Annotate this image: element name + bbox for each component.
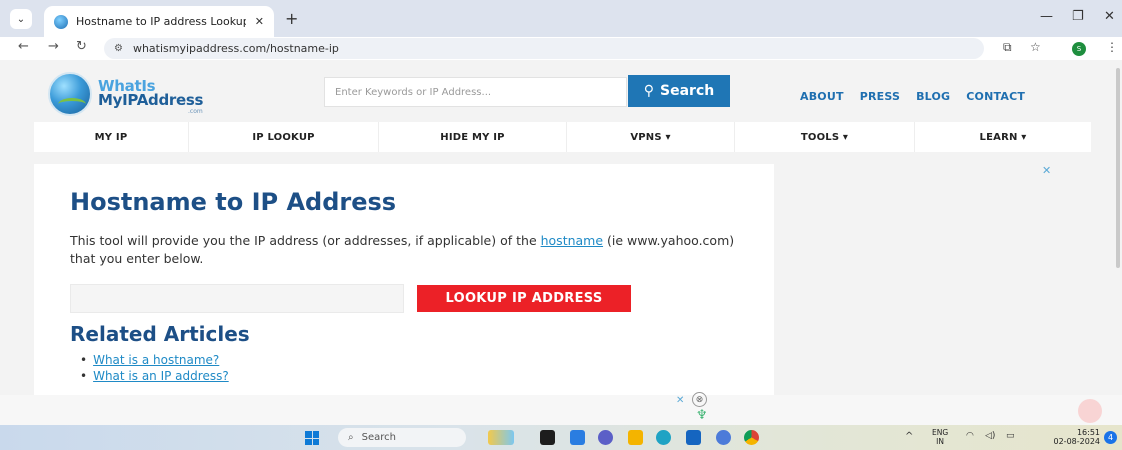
intro-text-start: This tool will provide you the IP addres…	[70, 233, 541, 248]
site-header: WhatIs MyIPAddress .com ⚲ Search ABOUT P…	[34, 70, 1091, 120]
related-link-hostname[interactable]: What is a hostname?	[93, 353, 219, 367]
edge-browser-icon[interactable]	[656, 430, 671, 445]
volume-icon[interactable]: ◁)	[985, 431, 995, 441]
wifi-icon[interactable]: ◠	[966, 431, 974, 441]
top-link-press[interactable]: PRESS	[860, 90, 900, 103]
tray-chevron-up-icon[interactable]: ^	[905, 431, 913, 442]
tab-search-chevron-down-icon[interactable]: ⌄	[10, 9, 32, 29]
search-icon: ⌕	[348, 432, 354, 443]
store-icon[interactable]	[570, 430, 585, 445]
microsoft-store-icon[interactable]	[686, 430, 701, 445]
nav-item-hide-my-ip[interactable]: HIDE MY IP	[379, 122, 567, 152]
taskbar-search-box[interactable]: ⌕ Search	[338, 428, 466, 447]
chrome-browser-icon[interactable]	[744, 430, 759, 445]
widgets-icon[interactable]	[488, 430, 514, 445]
search-button-label: Search	[660, 83, 715, 99]
bottom-ad-banner: ✕ ⊗ ♆	[0, 392, 1122, 425]
site-info-icon[interactable]: ⚙	[114, 43, 123, 54]
logo-text-myipaddress: MyIPAddress	[98, 91, 204, 109]
new-tab-button[interactable]: +	[285, 9, 298, 28]
search-icon: ⚲	[643, 83, 655, 99]
top-link-contact[interactable]: CONTACT	[966, 90, 1025, 103]
hostname-link[interactable]: hostname	[541, 233, 603, 248]
site-search-input[interactable]	[324, 77, 627, 107]
site-logo[interactable]: WhatIs MyIPAddress .com	[48, 72, 238, 116]
nav-item-ip-lookup[interactable]: IP LOOKUP	[189, 122, 379, 152]
battery-icon[interactable]: ▭	[1006, 431, 1015, 441]
top-links: ABOUT PRESS BLOG CONTACT	[800, 90, 1025, 103]
nav-item-my-ip[interactable]: MY IP	[34, 122, 189, 152]
clock-date: 02-08-2024	[1053, 437, 1101, 446]
site-favicon-icon	[54, 14, 68, 29]
task-view-icon[interactable]	[540, 430, 555, 445]
app-icon[interactable]	[716, 430, 731, 445]
tab-title: Hostname to IP address Lookup	[76, 15, 246, 28]
region-code: IN	[936, 437, 944, 446]
site-search-button[interactable]: ⚲ Search	[628, 75, 730, 107]
related-articles-list: What is a hostname? What is an IP addres…	[90, 352, 229, 384]
page-viewport: WhatIs MyIPAddress .com ⚲ Search ABOUT P…	[0, 60, 1122, 425]
address-bar[interactable]: ⚙ whatismyipaddress.com/hostname-ip	[104, 38, 984, 59]
profile-avatar[interactable]: S	[1072, 42, 1086, 56]
forward-icon[interactable]: →	[48, 39, 59, 54]
main-content: Hostname to IP Address This tool will pr…	[34, 164, 774, 425]
globe-logo-icon	[48, 72, 92, 116]
top-link-blog[interactable]: BLOG	[916, 90, 950, 103]
clock-time: 16:51	[1076, 428, 1100, 437]
browser-tab-active[interactable]: Hostname to IP address Lookup ✕	[44, 6, 274, 37]
browser-tab-bar: ⌄ Hostname to IP address Lookup ✕ + — ❐ …	[0, 0, 1122, 37]
browser-toolbar: ← → ↻ ⚙ whatismyipaddress.com/hostname-i…	[0, 37, 1122, 60]
related-articles-heading: Related Articles	[70, 322, 250, 346]
star-icon[interactable]: ☆	[1030, 40, 1041, 54]
main-nav: MY IP IP LOOKUP HIDE MY IP VPNS ▾ TOOLS …	[34, 122, 1091, 152]
nav-item-tools[interactable]: TOOLS ▾	[735, 122, 915, 152]
taskbar-search-label: Search	[361, 432, 396, 443]
url-text[interactable]: whatismyipaddress.com/hostname-ip	[133, 42, 339, 55]
lookup-ip-address-button[interactable]: LOOKUP IP ADDRESS	[417, 285, 631, 312]
ad-brand-icon: ♆	[696, 408, 708, 423]
system-clock[interactable]: 16:51 02-08-2024	[1040, 428, 1101, 446]
cast-icon[interactable]: ⧉	[1003, 40, 1012, 55]
list-item: What is an IP address?	[90, 368, 229, 384]
windows-start-icon[interactable]	[305, 431, 319, 445]
hostname-input[interactable]	[70, 284, 404, 313]
window-close-button[interactable]: ✕	[1104, 9, 1115, 24]
notification-badge[interactable]: 4	[1104, 431, 1117, 444]
floating-action-icon[interactable]	[1078, 399, 1102, 423]
related-link-ip-address[interactable]: What is an IP address?	[93, 369, 229, 383]
windows-taskbar: ⌕ Search ^ ENG IN ◠ ◁) ▭ 16:51 02-08-202…	[0, 425, 1122, 450]
tab-close-icon[interactable]: ✕	[255, 15, 264, 28]
language-code: ENG	[932, 428, 949, 437]
back-icon[interactable]: ←	[18, 39, 29, 54]
menu-icon[interactable]: ⋮	[1106, 40, 1118, 54]
list-item: What is a hostname?	[90, 352, 229, 368]
bottom-ad-close-icon[interactable]: ✕	[676, 395, 684, 406]
window-restore-button[interactable]: ❐	[1072, 9, 1084, 24]
ad-choices-icon[interactable]: ⊗	[692, 392, 707, 407]
teams-icon[interactable]	[598, 430, 613, 445]
file-explorer-icon[interactable]	[628, 430, 643, 445]
top-link-about[interactable]: ABOUT	[800, 90, 844, 103]
reload-icon[interactable]: ↻	[76, 39, 87, 54]
logo-text-com: .com	[188, 108, 203, 115]
window-minimize-button[interactable]: —	[1040, 9, 1053, 24]
ad-close-icon[interactable]: ✕	[1042, 164, 1051, 177]
page-scrollbar[interactable]	[1116, 68, 1120, 268]
page-title: Hostname to IP Address	[70, 188, 397, 216]
intro-paragraph: This tool will provide you the IP addres…	[70, 232, 750, 268]
language-indicator[interactable]: ENG IN	[932, 428, 948, 446]
nav-item-learn[interactable]: LEARN ▾	[915, 122, 1091, 152]
nav-item-vpns[interactable]: VPNS ▾	[567, 122, 735, 152]
